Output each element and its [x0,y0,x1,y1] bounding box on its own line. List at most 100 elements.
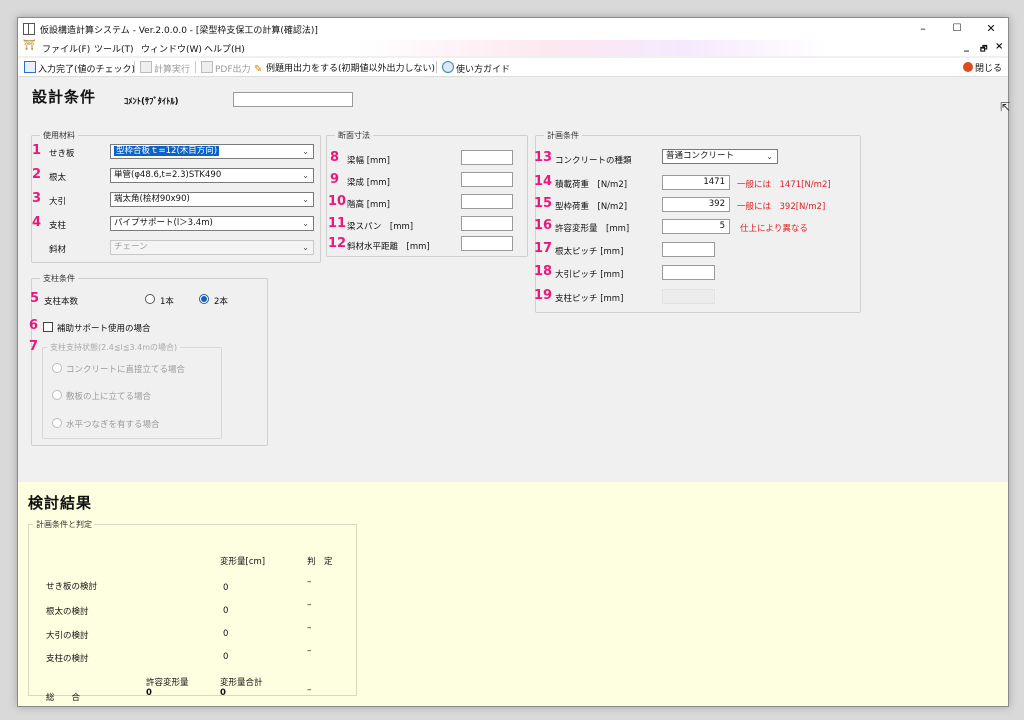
chevron-down-icon: ⌄ [302,147,309,156]
obiki-value: 端太角(桧材90x90) [114,194,190,204]
mdi-minimize-button[interactable]: _ [964,41,969,52]
example-output-button[interactable]: ✎ 例題用出力をする(初期値以外出力しない) [254,61,435,75]
marker-16: 16 [534,218,553,233]
allow-deform-note: 仕上により異なる [740,224,808,234]
state-board-radio[interactable] [52,390,62,400]
chevron-down-icon: ⌄ [302,219,309,228]
menu-window[interactable]: ウィンドウ(W) [141,42,202,55]
plan-group-label: 計画条件 [544,130,582,141]
count-2-radio[interactable] [199,294,209,304]
results-panel: 検討結果 計画条件と判定 変形量[cm] 判 定 せき板の検討 0 – 根太の検… [18,482,1008,706]
shazai-value: チェーン [114,242,148,252]
shazai-suihei-input[interactable] [461,236,513,251]
marker-5: 5 [30,291,40,306]
title-bar: 仮設構造計算システム - Ver.2.0.0.0 - [梁型枠支保工の計算(確認… [18,18,1008,40]
document-icon: ⛩ [23,40,36,51]
hari-span-input[interactable] [461,216,513,231]
result-judge: – [307,577,312,587]
obiki-pitch-label: 大引ピッチ [mm] [555,270,624,280]
design-title: 設計条件 [32,88,97,106]
cursor-icon: ⇱ [1000,100,1011,114]
shichu-label: 支柱 [49,221,67,231]
hari-sei-input[interactable] [461,172,513,187]
marker-17: 17 [534,241,553,256]
judge-column-header: 判 定 [307,557,333,567]
seki-ita-select[interactable]: 型枠合板ｔ=12(木目方向) ⌄ [110,144,314,159]
hari-sei-label: 梁成 [mm] [347,178,390,188]
pencil-icon: ✎ [254,64,263,75]
concrete-type-select[interactable]: 普通コンクリート ⌄ [662,149,778,164]
support-state-group-label: 支柱支持状態(2.4≦l≦3.4mの場合) [47,342,181,353]
neda-select[interactable]: 単管(φ48.6,t=2.3)STK490 ⌄ [110,168,314,183]
mdi-close-button[interactable]: × [995,41,1003,52]
result-judge: – [307,623,312,633]
aux-support-label: 補助サポート使用の場合 [57,324,151,334]
obiki-label: 大引 [49,197,67,207]
kaidaka-label: 階高 [mm] [347,200,390,210]
app-window: 仮設構造計算システム - Ver.2.0.0.0 - [梁型枠支保工の計算(確認… [17,17,1009,707]
form-load-input[interactable]: 392 [662,197,730,212]
concrete-type-value: 普通コンクリート [666,151,735,161]
pdf-button[interactable]: PDF出力 [201,61,251,75]
live-load-input[interactable]: 1471 [662,175,730,190]
marker-18: 18 [534,264,553,279]
state-board-label: 敷板の上に立てる場合 [66,392,152,402]
state-tie-radio[interactable] [52,418,62,428]
close-form-button[interactable]: 閉じる [963,61,1002,74]
chevron-down-icon: ⌄ [302,243,309,252]
shichu-select[interactable]: パイプサポート(l＞3.4m) ⌄ [110,216,314,231]
result-label: 根太の検討 [46,607,89,617]
seki-ita-label: せき板 [49,149,75,159]
input-done-button[interactable]: 入力完了(値のチェック) [24,61,135,75]
mdi-restore-button[interactable]: 🗗 [980,43,988,57]
kaidaka-input[interactable] [461,194,513,209]
result-value: 0 [223,606,229,616]
calc-button[interactable]: 計算実行 [140,61,190,75]
guide-button[interactable]: 使い方ガイド [442,61,510,75]
marker-6: 6 [29,318,39,333]
allow-deform-input[interactable]: 5 [662,219,730,234]
marker-1: 1 [32,143,42,158]
deform-column-header: 変形量[cm] [220,557,266,567]
marker-3: 3 [32,191,42,206]
chevron-down-icon: ⌄ [302,171,309,180]
marker-10: 10 [328,194,347,209]
comment-input[interactable] [233,92,353,107]
pdf-icon [201,61,213,73]
menu-help[interactable]: ヘルプ(H) [204,42,245,55]
neda-pitch-input[interactable] [662,242,715,257]
count-2-label: 2本 [214,297,228,307]
total-label: 総 合 [46,693,81,703]
shazai-select[interactable]: チェーン ⌄ [110,240,314,255]
maximize-button[interactable]: ☐ [940,18,974,40]
close-form-label: 閉じる [975,64,1003,74]
shichu-pitch-label: 支柱ピッチ [mm] [555,294,624,304]
marker-12: 12 [328,236,347,251]
count-1-label: 1本 [160,297,174,307]
hari-haba-label: 梁幅 [mm] [347,156,390,166]
result-label: せき板の検討 [46,582,98,592]
obiki-pitch-input[interactable] [662,265,715,280]
shazai-label: 斜材 [49,245,67,255]
hari-haba-input[interactable] [461,150,513,165]
help-icon [442,61,454,73]
state-direct-radio[interactable] [52,363,62,373]
marker-2: 2 [32,167,42,182]
menu-file[interactable]: ファイル(F) [42,42,90,55]
toolbar-separator [436,61,437,73]
menu-tools[interactable]: ツール(T) [94,42,134,55]
minimize-button[interactable]: – [906,18,940,40]
live-load-note: 一般には 1471[N/m2] [737,180,831,190]
toolbar: 入力完了(値のチェック) 計算実行 PDF出力 ✎ 例題用出力をする(初期値以外出… [18,58,1008,77]
dimensions-group-label: 断面寸法 [335,130,373,141]
shazai-suihei-label: 斜材水平距離 [mm] [347,242,430,252]
aux-support-checkbox[interactable] [43,322,53,332]
close-button[interactable]: ✕ [974,18,1008,40]
result-label: 大引の検討 [46,631,89,641]
obiki-select[interactable]: 端太角(桧材90x90) ⌄ [110,192,314,207]
result-value: 0 [223,629,229,639]
result-label: 支柱の検討 [46,654,89,664]
count-1-radio[interactable] [145,294,155,304]
shichu-pitch-input[interactable] [662,289,715,304]
support-count-label: 支柱本数 [44,297,79,307]
